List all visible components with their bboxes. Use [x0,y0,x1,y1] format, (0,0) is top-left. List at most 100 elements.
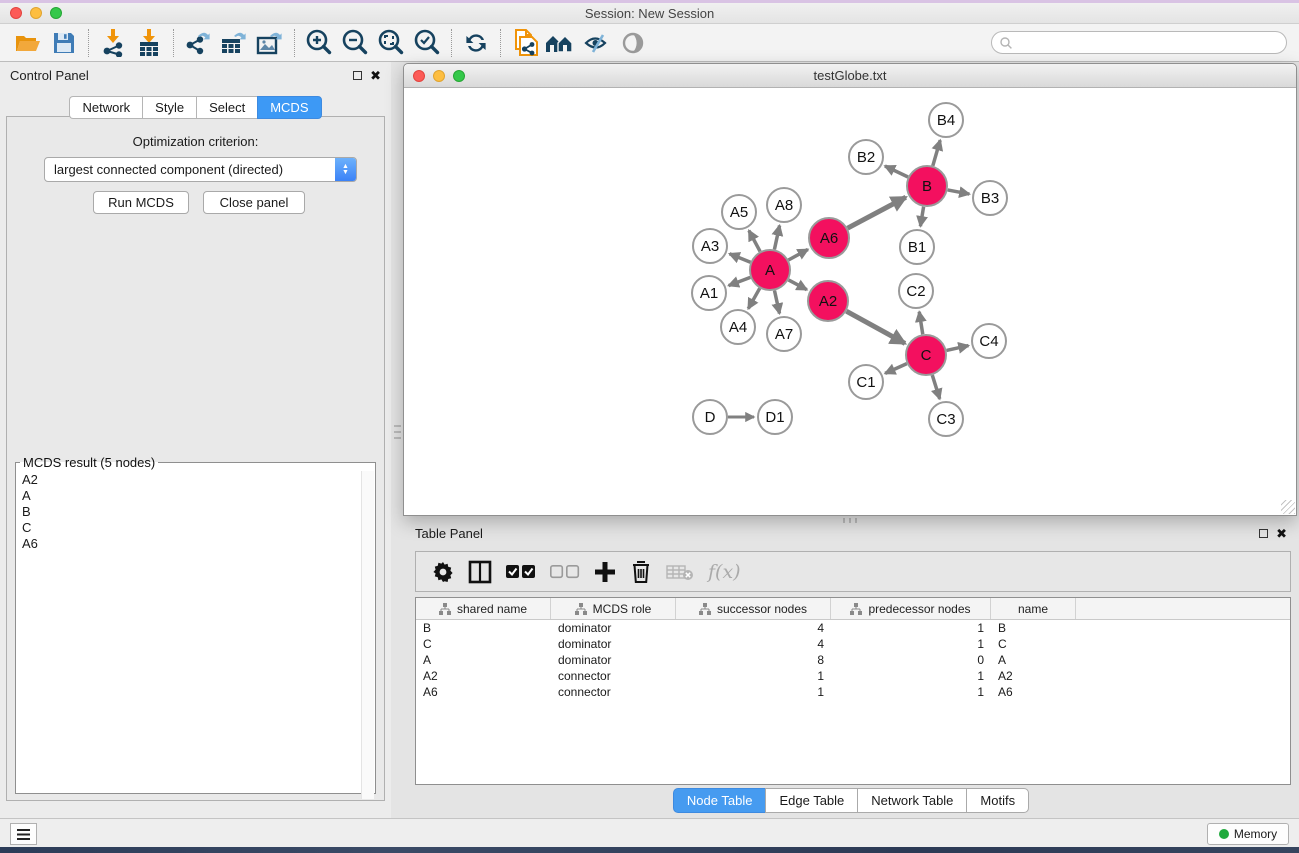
edge-B-B2[interactable] [885,166,908,177]
delete-column-icon[interactable] [630,560,652,584]
tab-node-table[interactable]: Node Table [673,788,766,813]
mcds-result-item[interactable]: A [22,488,369,504]
table-cell[interactable]: connector [551,685,676,699]
edge-A2-C[interactable] [846,311,905,343]
node-A2[interactable]: A2 [808,281,848,321]
edge-C-C1[interactable] [885,364,907,374]
table-cell[interactable]: 1 [831,685,991,699]
save-session-icon[interactable] [46,27,82,59]
network-canvas[interactable]: B4B2BB3A8A5A6A3B1AC2A1A2A4A7C4CC1DC3D1 [404,88,1296,515]
edge-C-C2[interactable] [919,312,923,335]
table-cell[interactable]: 1 [676,685,831,699]
optimization-criterion-select[interactable]: largest connected component (directed) ▲… [44,157,357,182]
edge-C-C4[interactable] [946,346,968,351]
table-settings-icon[interactable] [432,561,454,583]
show-panel-icon[interactable] [615,27,651,59]
table-cell[interactable]: B [416,621,551,635]
float-table-panel-icon[interactable] [1259,529,1268,538]
table-cell[interactable]: connector [551,669,676,683]
table-cell[interactable]: 1 [831,669,991,683]
close-table-panel-icon[interactable]: ✖ [1276,529,1287,538]
table-cell[interactable]: 4 [676,621,831,635]
tab-network[interactable]: Network [69,96,142,119]
network-window-titlebar[interactable]: testGlobe.txt [404,64,1296,88]
table-row[interactable]: A2connector11A2 [416,668,1290,684]
node-C2[interactable]: C2 [899,274,933,308]
table-row[interactable]: Adominator80A [416,652,1290,668]
table-cell[interactable]: dominator [551,653,676,667]
delete-table-icon[interactable] [666,563,694,581]
table-cell[interactable]: A2 [416,669,551,683]
table-cell[interactable]: 4 [676,637,831,651]
node-table[interactable]: shared nameMCDS rolesuccessor nodesprede… [415,597,1291,785]
edge-A6-B[interactable] [848,197,906,228]
edge-B-B4[interactable] [933,140,940,166]
clone-network-icon[interactable] [507,27,543,59]
mcds-result-item[interactable]: A2 [22,472,369,488]
node-A3[interactable]: A3 [693,229,727,263]
node-A5[interactable]: A5 [722,195,756,229]
export-network-icon[interactable] [180,27,216,59]
edge-B-B3[interactable] [948,190,970,194]
hide-panel-icon[interactable] [579,27,615,59]
edge-A-A6[interactable] [788,249,807,260]
column-header-MCDS-role[interactable]: MCDS role [551,598,676,619]
network-graph[interactable]: B4B2BB3A8A5A6A3B1AC2A1A2A4A7C4CC1DC3D1 [404,88,1296,515]
table-cell[interactable]: dominator [551,621,676,635]
export-image-icon[interactable] [252,27,288,59]
node-A7[interactable]: A7 [767,317,801,351]
memory-button[interactable]: Memory [1207,823,1289,845]
table-cell[interactable]: 8 [676,653,831,667]
tab-mcds[interactable]: MCDS [257,96,321,119]
import-network-icon[interactable] [95,27,131,59]
table-cell[interactable]: 1 [831,621,991,635]
zoom-out-icon[interactable] [337,27,373,59]
float-panel-icon[interactable] [353,71,362,80]
close-panel-button[interactable]: Close panel [203,191,305,214]
add-column-icon[interactable] [594,561,616,583]
column-header-successor-nodes[interactable]: successor nodes [676,598,831,619]
edge-A-A8[interactable] [774,226,779,250]
node-B3[interactable]: B3 [973,181,1007,215]
table-row[interactable]: Cdominator41C [416,636,1290,652]
table-cell[interactable]: B [991,621,1076,635]
tab-select[interactable]: Select [196,96,257,119]
node-B[interactable]: B [907,166,947,206]
table-cell[interactable]: 0 [831,653,991,667]
mcds-result-item[interactable]: A6 [22,536,369,552]
node-C[interactable]: C [906,335,946,375]
table-row[interactable]: A6connector11A6 [416,684,1290,700]
open-session-icon[interactable] [10,27,46,59]
table-row[interactable]: Bdominator41B [416,620,1290,636]
zoom-selected-icon[interactable] [409,27,445,59]
search-field[interactable] [991,31,1287,54]
node-B4[interactable]: B4 [929,103,963,137]
select-all-icon[interactable] [506,564,536,580]
table-cell[interactable]: A2 [991,669,1076,683]
column-header-name[interactable]: name [991,598,1076,619]
node-D[interactable]: D [693,400,727,434]
node-C3[interactable]: C3 [929,402,963,436]
network-overview-icon[interactable] [543,27,579,59]
zoom-in-icon[interactable] [301,27,337,59]
node-A1[interactable]: A1 [692,276,726,310]
task-history-button[interactable] [10,823,37,845]
tab-style[interactable]: Style [142,96,196,119]
edge-A-A3[interactable] [729,254,750,262]
column-manager-icon[interactable] [468,560,492,584]
column-header-predecessor-nodes[interactable]: predecessor nodes [831,598,991,619]
table-cell[interactable]: A6 [416,685,551,699]
node-D1[interactable]: D1 [758,400,792,434]
node-A4[interactable]: A4 [721,310,755,344]
node-C1[interactable]: C1 [849,365,883,399]
edge-A-A4[interactable] [748,288,759,308]
close-panel-icon[interactable]: ✖ [370,71,381,80]
search-input[interactable] [1017,36,1286,50]
node-C4[interactable]: C4 [972,324,1006,358]
node-A6[interactable]: A6 [809,218,849,258]
node-B1[interactable]: B1 [900,230,934,264]
edge-A-A7[interactable] [774,291,779,314]
edge-A-A2[interactable] [789,280,807,290]
import-table-icon[interactable] [131,27,167,59]
edge-A-A5[interactable] [749,231,760,252]
